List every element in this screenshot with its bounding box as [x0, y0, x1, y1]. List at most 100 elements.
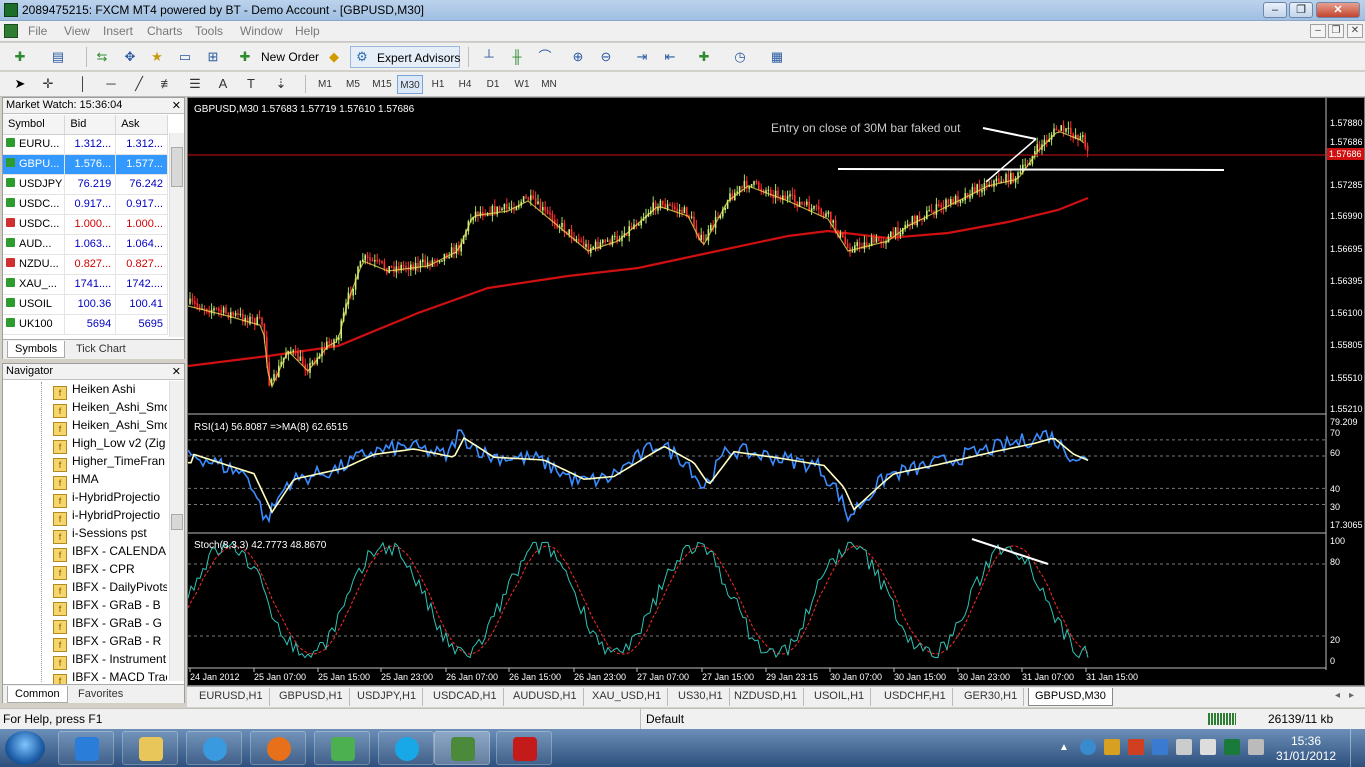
channel-icon[interactable]: ≢: [157, 74, 177, 94]
timeframe-h4[interactable]: H4: [454, 75, 476, 94]
chart-tab[interactable]: USDCHF,H1: [878, 688, 953, 706]
navigator-item[interactable]: f Heiken_Ashi_Smo: [53, 418, 167, 436]
navigator-item[interactable]: f IBFX - GRaB - R: [53, 634, 167, 652]
chart-tab[interactable]: EURUSD,H1: [193, 688, 270, 706]
data-window-icon[interactable]: ✥: [120, 47, 140, 67]
taskbar-explorer[interactable]: [122, 731, 178, 765]
taskbar-messenger[interactable]: [314, 731, 370, 765]
bar-chart-icon[interactable]: ┴: [479, 47, 499, 67]
tray-network-icon[interactable]: [1080, 739, 1096, 755]
timeframe-m5[interactable]: M5: [341, 75, 365, 94]
navigator-item[interactable]: f i-HybridProjectio: [53, 490, 167, 508]
navigator-icon[interactable]: ★: [147, 47, 167, 67]
tab-scroll-left-icon[interactable]: ◂: [1335, 690, 1340, 701]
chart-tab[interactable]: GER30,H1: [958, 688, 1025, 706]
navigator-item[interactable]: f IBFX - GRaB - G: [53, 616, 167, 634]
zoom-in-icon[interactable]: ⊕: [568, 47, 588, 67]
navigator-scrollbar[interactable]: [169, 381, 184, 681]
navigator-item[interactable]: f High_Low v2 (Zig: [53, 436, 167, 454]
taskbar-media-player[interactable]: [58, 731, 114, 765]
taskbar-clock-date[interactable]: 31/01/2012: [1272, 749, 1340, 763]
metaeditor-icon[interactable]: ◆: [324, 47, 344, 67]
minimize-button[interactable]: –: [1263, 2, 1287, 18]
market-watch-row[interactable]: NZDU... 0.827... 0.827...: [3, 254, 168, 275]
taskbar-acrobat[interactable]: [496, 731, 552, 765]
maximize-button[interactable]: ❐: [1289, 2, 1313, 18]
zoom-out-icon[interactable]: ⊖: [596, 47, 616, 67]
tray-expand-icon[interactable]: ▲: [1059, 742, 1069, 753]
menu-charts[interactable]: Charts: [147, 24, 182, 38]
market-watch-row[interactable]: UK100 5694 5695: [3, 314, 168, 335]
tray-signal-icon[interactable]: [1248, 739, 1264, 755]
horizontal-line-icon[interactable]: ─: [101, 74, 121, 94]
tray-flag-icon[interactable]: [1176, 739, 1192, 755]
tray-app-icon[interactable]: [1104, 739, 1120, 755]
navigator-item[interactable]: f IBFX - CPR: [53, 562, 167, 580]
tray-battery-icon[interactable]: [1224, 739, 1240, 755]
market-watch-row[interactable]: USOIL 100.36 100.41: [3, 294, 168, 315]
periods-icon[interactable]: ◷: [730, 47, 750, 67]
mdi-restore-button[interactable]: ❐: [1328, 24, 1344, 38]
timeframe-w1[interactable]: W1: [510, 75, 534, 94]
trendline-icon[interactable]: ╱: [129, 74, 149, 94]
tab-symbols[interactable]: Symbols: [7, 341, 66, 358]
navigator-item[interactable]: f Heiken_Ashi_Smo: [53, 400, 167, 418]
tab-tick-chart[interactable]: Tick Chart: [69, 341, 133, 358]
timeframe-m30[interactable]: M30: [397, 75, 423, 94]
navigator-item[interactable]: f IBFX - Instrument: [53, 652, 167, 670]
tab-scroll-right-icon[interactable]: ▸: [1349, 690, 1354, 701]
market-watch-row[interactable]: GBPU... 1.576... 1.577...: [3, 154, 168, 175]
tray-volume-icon[interactable]: [1200, 739, 1216, 755]
templates-icon[interactable]: ▦: [767, 47, 787, 67]
scrollbar-thumb[interactable]: [171, 147, 183, 187]
market-watch-row[interactable]: USDC... 1.000... 1.000...: [3, 214, 168, 235]
tray-gmail-icon[interactable]: [1128, 739, 1144, 755]
start-button[interactable]: [5, 731, 45, 765]
chart-canvas[interactable]: 1.57880 1.57686 1.57285 1.56990 1.56695 1.563…: [188, 98, 1364, 685]
chart-tab[interactable]: XAU_USD,H1: [586, 688, 669, 706]
tab-favorites[interactable]: Favorites: [71, 686, 130, 703]
chart-shift-icon[interactable]: ⇤: [660, 47, 680, 67]
text-label-icon[interactable]: T: [241, 74, 261, 94]
indicators-icon[interactable]: ✚: [694, 47, 714, 67]
text-icon[interactable]: A: [213, 74, 233, 94]
terminal-icon[interactable]: ▭: [175, 47, 195, 67]
timeframe-h1[interactable]: H1: [427, 75, 449, 94]
column-header-ask[interactable]: Ask: [115, 115, 168, 135]
chart-tab[interactable]: AUDUSD,H1: [507, 688, 584, 706]
vertical-line-icon[interactable]: │: [73, 74, 93, 94]
chart-window[interactable]: 1.57880 1.57686 1.57285 1.56990 1.56695 1.563…: [187, 97, 1365, 686]
menu-help[interactable]: Help: [295, 24, 320, 38]
chart-tab[interactable]: USOIL,H1: [808, 688, 872, 706]
taskbar-clock-time[interactable]: 15:36: [1272, 734, 1340, 748]
arrows-icon[interactable]: ⇣: [271, 74, 291, 94]
timeframe-m1[interactable]: M1: [313, 75, 337, 94]
candlestick-icon[interactable]: ╫: [507, 47, 527, 67]
chart-tab[interactable]: USDJPY,H1: [351, 688, 424, 706]
new-order-button[interactable]: ✚ New Order: [235, 46, 323, 68]
taskbar-internet-explorer[interactable]: [186, 731, 242, 765]
cursor-icon[interactable]: ➤: [10, 74, 30, 94]
profiles-icon[interactable]: ▤: [48, 47, 68, 67]
navigator-close-icon[interactable]: ✕: [172, 365, 181, 378]
navigator-item[interactable]: f IBFX - DailyPivots: [53, 580, 167, 598]
expert-advisors-button[interactable]: ⚙ Expert Advisors: [350, 46, 460, 68]
menu-tools[interactable]: Tools: [195, 24, 223, 38]
show-desktop-button[interactable]: [1350, 729, 1365, 767]
market-watch-icon[interactable]: ⇆: [92, 47, 112, 67]
auto-scroll-icon[interactable]: ⇥: [632, 47, 652, 67]
navigator-item[interactable]: f IBFX - GRaB - B: [53, 598, 167, 616]
tray-dropbox-icon[interactable]: [1152, 739, 1168, 755]
navigator-item[interactable]: f Higher_TimeFran: [53, 454, 167, 472]
line-chart-icon[interactable]: ⌒: [535, 47, 555, 67]
mdi-icon[interactable]: [4, 24, 18, 38]
timeframe-mn[interactable]: MN: [537, 75, 561, 94]
market-watch-row[interactable]: USDC... 0.917... 0.917...: [3, 194, 168, 215]
timeframe-d1[interactable]: D1: [482, 75, 504, 94]
menu-insert[interactable]: Insert: [103, 24, 133, 38]
market-watch-scrollbar[interactable]: [169, 133, 184, 337]
fibonacci-icon[interactable]: ☰: [185, 74, 205, 94]
navigator-item[interactable]: f IBFX - CALENDAR: [53, 544, 167, 562]
new-chart-icon[interactable]: ✚: [10, 47, 30, 67]
menu-file[interactable]: File: [28, 24, 47, 38]
